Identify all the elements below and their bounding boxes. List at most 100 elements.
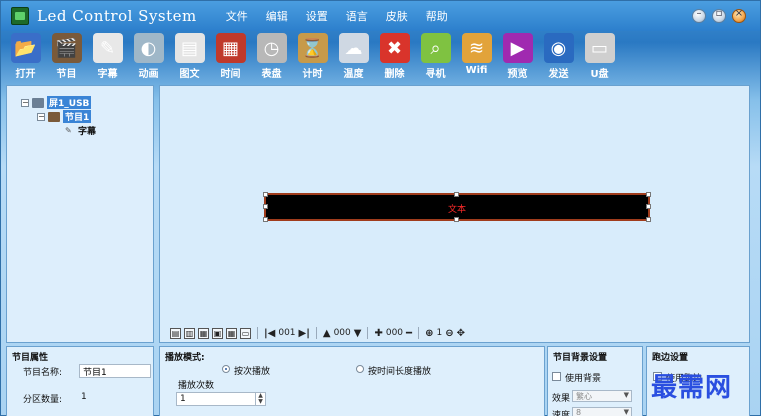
- down-icon[interactable]: ▼: [354, 328, 362, 339]
- background-settings-title: 节目背景设置: [553, 353, 608, 363]
- tree-node-item[interactable]: ✎ 字幕: [65, 124, 96, 138]
- menu-edit[interactable]: 编辑: [257, 8, 297, 24]
- layout-full-icon[interactable]: ▤: [170, 327, 181, 339]
- globe-send-icon: ◉: [543, 33, 574, 63]
- menu-skin[interactable]: 皮肤: [377, 8, 417, 24]
- app-window: Led Control System 文件 编辑 设置 语言 皮肤 帮助 – ▫…: [0, 0, 761, 416]
- up-icon[interactable]: ▲: [323, 328, 331, 339]
- toolbar-button-0[interactable]: 📂 打开: [5, 31, 46, 83]
- resize-handle[interactable]: [454, 192, 459, 197]
- border-settings-title: 跑边设置: [652, 353, 689, 363]
- layout-bottom-icon[interactable]: ▭: [240, 327, 251, 339]
- wifi-icon: ≋: [461, 33, 492, 63]
- led-screen-preview[interactable]: 文本: [263, 192, 651, 222]
- zones-value: 1: [81, 392, 87, 402]
- first-icon[interactable]: |◀: [264, 328, 275, 339]
- toolbar-button-9[interactable]: ✖ 删除: [374, 31, 415, 83]
- menu-language[interactable]: 语言: [337, 8, 377, 24]
- toolbar-button-12[interactable]: ▶ 预览: [497, 31, 538, 83]
- film-clapper-icon: 🎬: [51, 33, 82, 63]
- speed-select[interactable]: 8 ▼: [572, 407, 632, 416]
- effect-select[interactable]: 繁心 ▼: [572, 390, 632, 402]
- zoom-in-icon[interactable]: ⊕: [425, 328, 433, 339]
- calendar-icon: ▦: [215, 33, 246, 63]
- resize-handle[interactable]: [454, 217, 459, 222]
- menu-file[interactable]: 文件: [217, 8, 257, 24]
- last-icon[interactable]: ▶|: [299, 328, 310, 339]
- toolbar-label: Wifi: [465, 65, 488, 76]
- zoom-out-icon[interactable]: ⊖: [445, 328, 453, 339]
- menu-help[interactable]: 帮助: [417, 8, 457, 24]
- layout-quad-icon[interactable]: ▦: [226, 327, 237, 339]
- play-count-input[interactable]: 1 ▲ ▼: [176, 392, 266, 406]
- toolbar-label: 寻机: [425, 69, 446, 80]
- play-mode-panel: 播放模式: 按次播放 按时间长度播放 播放次数 1 ▲ ▼: [159, 346, 545, 416]
- play-count-value: 1: [180, 394, 186, 404]
- layout-split-icon[interactable]: ▥: [184, 327, 195, 339]
- tree-node-program[interactable]: − 节目1: [37, 110, 92, 123]
- main-toolbar: 📂 打开 🎬 节目 ✎ 字幕 ◐ 动画 ▤ 图文 ▦ 时间 ◷ 表盘 ⌛ 计时 ☁ 温度 ✖ 删除 ⌕ 寻机 ≋ Wifi ▶ 预…: [1, 31, 760, 83]
- speed-value: 8: [576, 408, 582, 416]
- toolbar-button-1[interactable]: 🎬 节目: [46, 31, 87, 83]
- window-controls: – ▫ ×: [692, 8, 746, 23]
- toolbar-button-14[interactable]: ▭ U盘: [579, 31, 620, 83]
- toolbar-label: 字幕: [97, 69, 118, 80]
- toolbar-button-7[interactable]: ⌛ 计时: [292, 31, 333, 83]
- app-logo-icon: [11, 7, 29, 25]
- toolbar-label: 表盘: [261, 69, 282, 80]
- toolbar-button-3[interactable]: ◐ 动画: [128, 31, 169, 83]
- minimize-button[interactable]: –: [692, 8, 706, 23]
- close-button[interactable]: ×: [732, 8, 746, 23]
- resize-handle[interactable]: [263, 217, 268, 222]
- usb-drive-icon: ▭: [584, 33, 615, 63]
- coord-y-value[interactable]: 000: [334, 328, 351, 338]
- toolbar-button-2[interactable]: ✎ 字幕: [87, 31, 128, 83]
- animation-disc-icon: ◐: [133, 33, 164, 63]
- size-value[interactable]: 000: [386, 328, 403, 338]
- toolbar-label: 预览: [507, 69, 528, 80]
- pen-icon: ✎: [92, 33, 123, 63]
- minus-icon[interactable]: ━: [406, 328, 412, 339]
- toolbar-button-5[interactable]: ▦ 时间: [210, 31, 251, 83]
- search-device-icon: ⌕: [420, 33, 451, 63]
- toolbar-button-4[interactable]: ▤ 图文: [169, 31, 210, 83]
- resize-handle[interactable]: [646, 192, 651, 197]
- toolbar-button-10[interactable]: ⌕ 寻机: [415, 31, 456, 83]
- led-text: 文本: [447, 205, 466, 215]
- resize-handle[interactable]: [263, 192, 268, 197]
- collapse-icon[interactable]: −: [37, 112, 45, 121]
- spinner-icon[interactable]: ▲ ▼: [255, 393, 265, 405]
- program-name-label: 节目名称:: [23, 368, 63, 378]
- toolbar-label: 温度: [343, 69, 364, 80]
- toolbar-button-8[interactable]: ☁ 温度: [333, 31, 374, 83]
- clock-face-icon: ◷: [256, 33, 287, 63]
- toolbar-button-11[interactable]: ≋ Wifi: [456, 31, 497, 83]
- menu-bar: 文件 编辑 设置 语言 皮肤 帮助: [217, 8, 457, 24]
- use-background-label: 使用背景: [565, 374, 602, 384]
- background-settings-panel: 节目背景设置 使用背景 效果 繁心 ▼ 速度 8 ▼: [547, 346, 643, 416]
- tree-label-screen: 屏1_USB: [47, 96, 92, 109]
- fit-icon[interactable]: ✥: [457, 328, 465, 339]
- play-by-time-radio[interactable]: [356, 365, 364, 373]
- tree-node-screen[interactable]: − 屏1_USB: [21, 96, 92, 109]
- maximize-button[interactable]: ▫: [712, 8, 726, 23]
- resize-handle[interactable]: [646, 217, 651, 222]
- use-background-checkbox[interactable]: [552, 372, 561, 381]
- collapse-icon[interactable]: −: [21, 98, 29, 107]
- resize-handle[interactable]: [263, 204, 268, 209]
- plus-icon[interactable]: ✚: [374, 328, 382, 339]
- layout-grid-icon[interactable]: ▦: [198, 327, 209, 339]
- toolbar-button-6[interactable]: ◷ 表盘: [251, 31, 292, 83]
- resize-handle[interactable]: [646, 204, 651, 209]
- layout-box-icon[interactable]: ▣: [212, 327, 223, 339]
- play-by-count-radio[interactable]: [222, 365, 230, 373]
- coord-x-value[interactable]: 001: [278, 328, 295, 338]
- program-name-input[interactable]: [79, 364, 151, 378]
- play-mode-title: 播放模式:: [165, 353, 205, 363]
- toolbar-button-13[interactable]: ◉ 发送: [538, 31, 579, 83]
- effect-label: 效果: [552, 394, 571, 404]
- play-by-count-label: 按次播放: [234, 367, 271, 377]
- toolbar-label: 节目: [56, 69, 77, 80]
- menu-settings[interactable]: 设置: [297, 8, 337, 24]
- folder-open-icon: 📂: [10, 33, 41, 63]
